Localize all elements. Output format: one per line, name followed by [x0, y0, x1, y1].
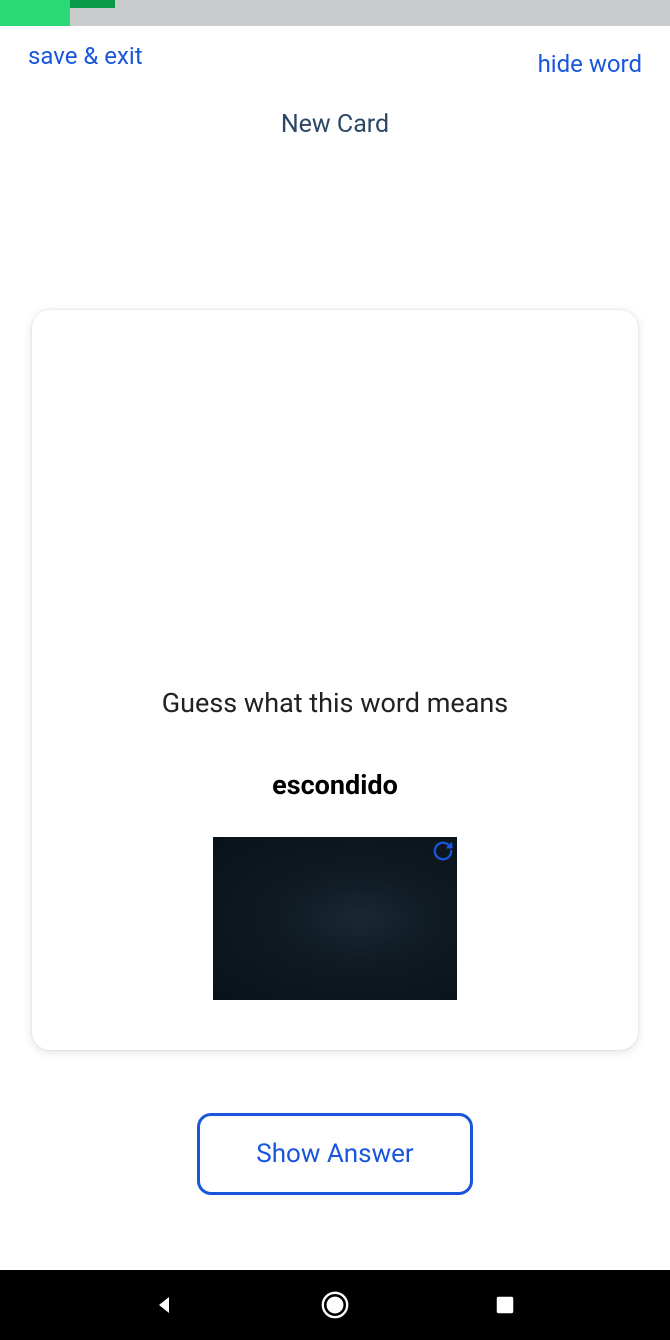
home-icon[interactable]: [319, 1289, 351, 1321]
progress-fill-primary: [0, 0, 70, 26]
system-nav-bar: [0, 1270, 670, 1340]
word-text: escondido: [272, 769, 398, 801]
hide-word-button[interactable]: hide word: [538, 50, 642, 78]
show-answer-button[interactable]: Show Answer: [197, 1113, 473, 1195]
save-exit-button[interactable]: save & exit: [28, 42, 143, 70]
refresh-image-icon[interactable]: [431, 839, 455, 863]
header-row: save & exit hide word: [0, 26, 670, 78]
recent-apps-icon[interactable]: [489, 1289, 521, 1321]
back-icon[interactable]: [149, 1289, 181, 1321]
page-title: New Card: [0, 110, 670, 139]
image-wrapper: [213, 837, 457, 1000]
flashcard: Guess what this word means escondido: [32, 310, 638, 1050]
progress-bar: [0, 0, 670, 26]
word-image: [213, 837, 457, 1000]
prompt-text: Guess what this word means: [162, 687, 508, 719]
